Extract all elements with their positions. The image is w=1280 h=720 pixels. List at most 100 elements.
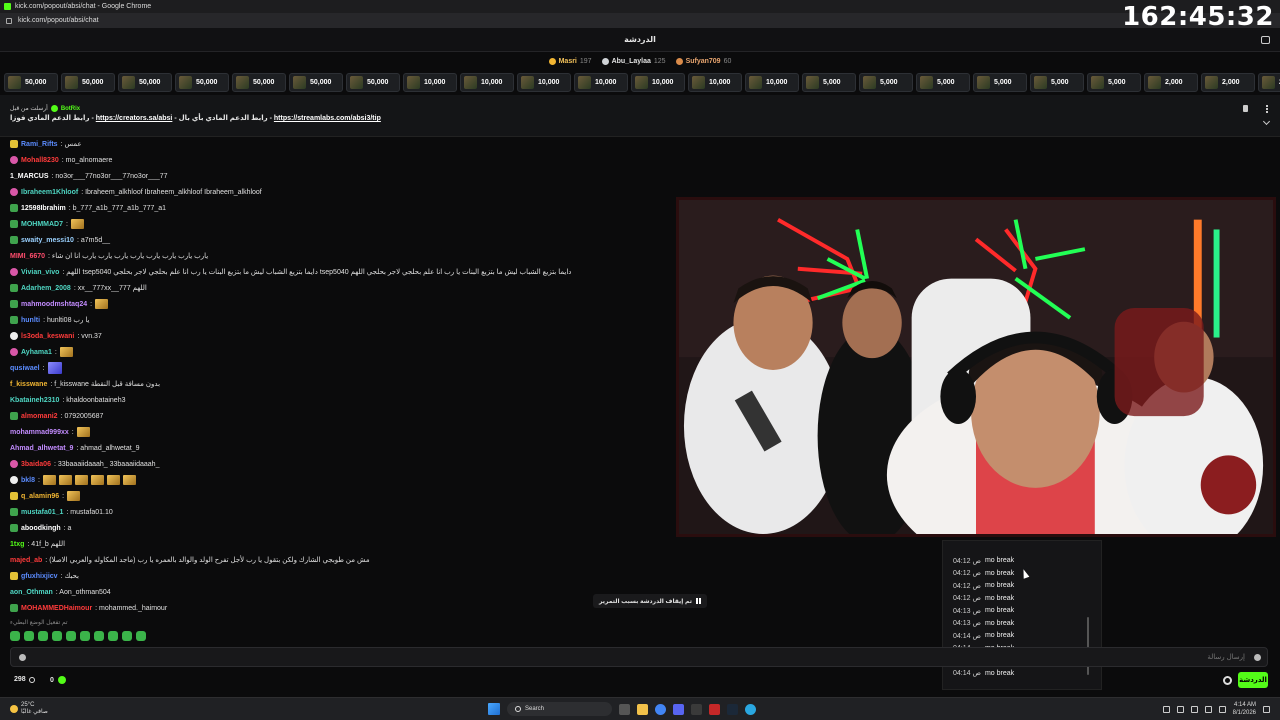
quick-emote-icon[interactable] bbox=[136, 631, 146, 641]
gift-leader-chip[interactable]: 2,000 bbox=[1201, 73, 1255, 92]
chat-username[interactable]: Rami_Rifts bbox=[21, 141, 58, 148]
chat-username[interactable]: hunlti bbox=[21, 317, 40, 324]
popup-row[interactable]: 04:12 ص mo break bbox=[953, 593, 1014, 604]
weather-widget[interactable]: 25°C صافي غالبًا bbox=[10, 702, 48, 716]
chat-paused-banner[interactable]: تم إيقاف الدردشة بسبب التمرير bbox=[593, 594, 707, 608]
chevron-down-icon[interactable] bbox=[1262, 117, 1271, 126]
more-options-icon[interactable] bbox=[1266, 105, 1268, 113]
chat-username[interactable]: qusiwael bbox=[10, 365, 40, 372]
chat-message[interactable]: Vivian_vivo: اللهم tsep5040 دايما بتزيع … bbox=[10, 266, 571, 278]
file-explorer-icon[interactable] bbox=[637, 703, 648, 715]
gift-leader-chip[interactable]: 5,000 bbox=[859, 73, 913, 92]
url-text[interactable]: kick.com/popout/absi/chat bbox=[18, 17, 99, 24]
discord-icon[interactable] bbox=[673, 703, 684, 715]
chat-message[interactable]: Adarhem_2008: xx__777xx__777 اللهم bbox=[10, 282, 147, 294]
speaker-icon[interactable] bbox=[1204, 705, 1212, 713]
popup-row[interactable]: 04:13 ص mo break bbox=[953, 618, 1014, 629]
pin-icon[interactable] bbox=[1243, 105, 1248, 112]
chat-message[interactable]: q_alamin96: bbox=[10, 490, 81, 502]
chat-message[interactable]: MIMI_6670: يارب يارب يارب يارب يارب يارب… bbox=[10, 250, 208, 262]
chat-username[interactable]: mohammad999xx bbox=[10, 429, 69, 436]
gift-leader-chip[interactable]: 50,000 bbox=[289, 73, 343, 92]
chat-message[interactable]: Ibraheem1Khloof: Ibraheem_alkhloof Ibrah… bbox=[10, 186, 262, 198]
gift-leader-chip[interactable]: 5,000 bbox=[802, 73, 856, 92]
chat-message[interactable]: 1_MARCUS: no3or___77no3or___77no3or___77 bbox=[10, 170, 168, 182]
emote-picker-icon[interactable] bbox=[1254, 654, 1261, 661]
chat-username[interactable]: MIMI_6670 bbox=[10, 253, 45, 260]
notifications-icon[interactable] bbox=[1263, 705, 1270, 713]
chat-username[interactable]: bkl8 bbox=[21, 477, 35, 484]
popup-row[interactable]: 04:12 ص mo break bbox=[953, 580, 1014, 591]
chat-username[interactable]: MOHAMMEDHaimour bbox=[21, 605, 92, 612]
popup-row[interactable]: 04:13 ص mo break bbox=[953, 605, 1014, 616]
gift-leader-chip[interactable]: 50,000 bbox=[118, 73, 172, 92]
clock[interactable]: 4:14 AM 8/1/2026 bbox=[1233, 701, 1256, 717]
gift-leader-chip[interactable]: 5,000 bbox=[1030, 73, 1084, 92]
popup-row[interactable]: 04:12 ص mo break bbox=[953, 555, 1014, 566]
address-bar[interactable]: kick.com/popout/absi/chat bbox=[0, 13, 1280, 28]
chat-message[interactable]: swaity_messi10: a7m5d__ bbox=[10, 234, 110, 246]
site-info-icon[interactable] bbox=[6, 17, 12, 24]
chat-message[interactable]: gfuxhixjicv: بحبك bbox=[10, 570, 79, 582]
chat-message[interactable]: Ahmad_alhwetat_9: ahmad_alhwetat_9 bbox=[10, 442, 139, 454]
chat-username[interactable]: swaity_messi10 bbox=[21, 237, 74, 244]
chat-messages[interactable]: Rami_Rifts: عمس Mohall8230: mo_alnomaere 1… bbox=[0, 138, 680, 646]
chat-input-placeholder[interactable]: إرسال رسالة bbox=[1207, 653, 1245, 661]
users-settings-icon[interactable] bbox=[1261, 36, 1270, 44]
quick-emote-icon[interactable] bbox=[38, 631, 48, 641]
chat-message[interactable]: MOHMMAD7: bbox=[10, 218, 84, 230]
chat-username[interactable]: Kbataineh2310 bbox=[10, 397, 59, 404]
chat-message[interactable]: f_kisswane: f_kisswane بدون مسافة قبل ال… bbox=[10, 378, 160, 390]
chat-username[interactable]: aon_Othman bbox=[10, 589, 53, 596]
windows-start-icon[interactable] bbox=[488, 703, 500, 715]
pinned-link-a[interactable]: https://creators.sa/absi bbox=[96, 115, 173, 122]
gift-leader-chip[interactable]: 10,000 bbox=[403, 73, 457, 92]
chat-message[interactable]: aboodkingh: a bbox=[10, 522, 71, 534]
gift-leader-chip[interactable]: 50,000 bbox=[4, 73, 58, 92]
chat-message[interactable]: mustafa01_1: mustafa01.10 bbox=[10, 506, 113, 518]
chat-username[interactable]: Ibraheem1Khloof bbox=[21, 189, 78, 196]
channel-points[interactable]: 0 bbox=[50, 676, 66, 684]
chat-message[interactable]: Rami_Rifts: عمس bbox=[10, 138, 82, 150]
steam-icon[interactable] bbox=[727, 703, 738, 715]
chat-username[interactable]: majed_ab bbox=[10, 557, 42, 564]
chat-message[interactable]: almomani2: 0792005687 bbox=[10, 410, 103, 422]
chat-username[interactable]: Ayhama1 bbox=[21, 349, 52, 356]
send-chat-button[interactable]: الدردشة bbox=[1238, 672, 1268, 688]
pinned-author[interactable]: BotRix bbox=[61, 106, 80, 112]
gift-leader-chip[interactable]: 50,000 bbox=[346, 73, 400, 92]
chat-message[interactable]: Kbataineh2310: khaldoonbataineh3 bbox=[10, 394, 125, 406]
chat-message[interactable]: ls3oda_keswani: vvn.37 bbox=[10, 330, 102, 342]
gift-leader-chip[interactable]: 10,000 bbox=[745, 73, 799, 92]
gift-leader-chip[interactable]: 10,000 bbox=[574, 73, 628, 92]
chat-message[interactable]: majed_ab: مش من طوبجي الشارك ولكن بتقول … bbox=[10, 554, 370, 566]
mod-break-popup[interactable]: 04:12 ص mo break 04:12 ص mo break 04:12 ص mo … bbox=[942, 540, 1102, 690]
task-view-icon[interactable] bbox=[619, 703, 630, 715]
gift-leader-chip[interactable]: 5,000 bbox=[916, 73, 970, 92]
chat-message[interactable]: 3baida06: 33baaaiidaaah_ 33baaaiidaaah_ bbox=[10, 458, 159, 470]
chat-username[interactable]: 12598Ibrahim bbox=[21, 205, 66, 212]
gift-leader-chip[interactable]: 2,000 bbox=[1258, 73, 1280, 92]
gift-leader-chip[interactable]: 5,000 bbox=[1087, 73, 1141, 92]
popup-row[interactable]: 04:14 صmo break bbox=[953, 630, 1014, 641]
gift-leader-chip[interactable]: 50,000 bbox=[61, 73, 115, 92]
network-icon[interactable] bbox=[1176, 705, 1184, 713]
chat-message[interactable]: aon_Othman: Aon_othman504 bbox=[10, 586, 111, 598]
chat-username[interactable]: Mohall8230 bbox=[21, 157, 59, 164]
mic-icon[interactable] bbox=[1190, 705, 1198, 713]
chat-message[interactable]: 12598Ibrahim: b_777_a1b_777_a1b_777_a1 bbox=[10, 202, 166, 214]
gift-leader-chip[interactable]: 10,000 bbox=[517, 73, 571, 92]
chat-username[interactable]: Ahmad_alhwetat_9 bbox=[10, 445, 73, 452]
popup-row[interactable]: 04:12 ص mo break bbox=[953, 568, 1014, 579]
gift-leader-chip[interactable]: 10,000 bbox=[631, 73, 685, 92]
leader-2[interactable]: Abu_Laylaa 125 bbox=[601, 54, 666, 68]
gift-leader-chip[interactable]: 10,000 bbox=[688, 73, 742, 92]
chat-username[interactable]: mustafa01_1 bbox=[21, 509, 63, 516]
chat-username[interactable]: aboodkingh bbox=[21, 525, 61, 532]
chrome-icon[interactable] bbox=[655, 703, 666, 715]
app-red-icon[interactable] bbox=[709, 703, 720, 715]
chat-username[interactable]: ls3oda_keswani bbox=[21, 333, 74, 340]
chat-username[interactable]: Adarhem_2008 bbox=[21, 285, 71, 292]
gift-leader-chip[interactable]: 50,000 bbox=[232, 73, 286, 92]
chat-username[interactable]: mahmoodmshtaq24 bbox=[21, 301, 87, 308]
